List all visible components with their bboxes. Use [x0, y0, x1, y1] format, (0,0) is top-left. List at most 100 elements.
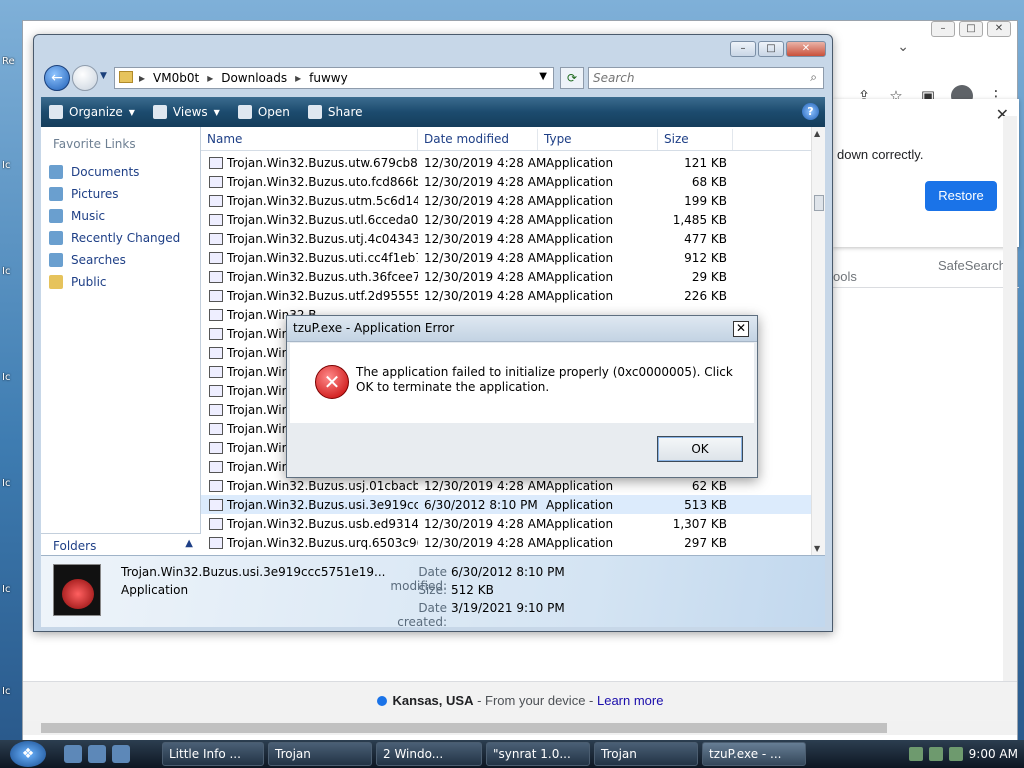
close-icon[interactable]: ✕	[733, 321, 749, 337]
file-type-cell: Application	[546, 193, 614, 208]
maximize-icon[interactable]: □	[758, 41, 784, 57]
close-icon[interactable]: ✕	[987, 21, 1011, 37]
vertical-scrollbar[interactable]: ▲ ▼	[811, 127, 825, 555]
desktop-icon-label[interactable]: Ic	[2, 372, 20, 383]
internet-explorer-icon[interactable]	[112, 745, 130, 763]
table-row[interactable]: Trojan.Win32.Buzus.utl.6cceda02... 12/30/…	[201, 210, 813, 229]
vertical-scrollbar[interactable]	[1003, 116, 1017, 721]
chevron-down-icon[interactable]: ▼	[539, 71, 547, 82]
ok-button[interactable]: OK	[657, 436, 743, 462]
column-header-size[interactable]: Size	[658, 129, 733, 150]
organize-label: Organize	[69, 105, 123, 119]
forward-arrow-icon[interactable]	[72, 65, 98, 91]
table-row[interactable]: Trojan.Win32.Buzus.usb.ed931468... 12/30/…	[201, 514, 813, 533]
table-row[interactable]: Trojan.Win32.Buzus.uti.cc4f1eb79... 12/30…	[201, 248, 813, 267]
column-header-type[interactable]: Type	[538, 129, 658, 150]
taskbar: ❖ Little Info ... Trojan 2 Windo... "syn…	[0, 740, 1024, 768]
table-row[interactable]: Trojan.Win32.Buzus.uto.fcd866ba... 12/30/…	[201, 172, 813, 191]
table-row[interactable]: Trojan.Win32.Buzus.uth.36fcee7d... 12/30/…	[201, 267, 813, 286]
start-button-icon[interactable]: ❖	[10, 741, 46, 767]
table-row[interactable]: Trojan.Win32.Buzus.usj.01cbacbc... 12/30/…	[201, 476, 813, 495]
safesearch-label[interactable]: SafeSearch	[938, 258, 1006, 273]
property-value[interactable]: 6/30/2012 8:10 PM	[451, 565, 565, 583]
table-row[interactable]: Trojan.Win32.Buzus.utf.2d955555... 12/30/…	[201, 286, 813, 305]
breadcrumb-item[interactable]: fuwwy	[309, 71, 348, 85]
taskbar-button[interactable]: Trojan	[268, 742, 372, 766]
volume-icon[interactable]	[948, 747, 963, 761]
table-row[interactable]: Trojan.Win32.Buzus.usi.3e919ccc... 6/30/2…	[201, 495, 813, 514]
search-icon[interactable]: ⌕	[810, 70, 817, 85]
desktop-icon-label[interactable]: Ic	[2, 160, 20, 171]
tools-link[interactable]: ools	[833, 269, 857, 284]
tray-app-icon[interactable]	[928, 747, 943, 761]
restore-notice: ✕ down correctly. Restore	[833, 99, 1019, 247]
maximize-icon[interactable]: □	[959, 21, 983, 37]
desktop-icon-label[interactable]: Ic	[2, 266, 20, 277]
views-button[interactable]: Views ▼	[152, 105, 220, 119]
favorite-link-music[interactable]: Music	[49, 205, 180, 227]
file-name: Trojan.Win32.Buzus.uth.36fcee7d...	[227, 269, 418, 284]
scroll-up-icon[interactable]: ▲	[814, 129, 820, 138]
column-header-date-modified[interactable]: Date modified	[418, 129, 538, 150]
folder-icon	[49, 275, 63, 289]
minimize-icon[interactable]: –	[730, 41, 756, 57]
details-file-type: Application	[121, 583, 189, 597]
share-button[interactable]: Share	[307, 105, 363, 119]
table-row[interactable]: Trojan.Win32.Buzus.utj.4c043431e... 12/30…	[201, 229, 813, 248]
favorite-link-searches[interactable]: Searches	[49, 249, 180, 271]
file-type-cell: Application	[546, 250, 614, 265]
breadcrumb-item[interactable]: VM0b0t	[153, 71, 199, 85]
scrollbar-thumb[interactable]	[814, 195, 824, 211]
back-arrow-icon[interactable]: ←	[44, 65, 70, 91]
switch-windows-icon[interactable]	[88, 745, 106, 763]
organize-button[interactable]: Organize ▼	[49, 105, 135, 119]
favorite-link-pictures[interactable]: Pictures	[49, 183, 180, 205]
table-row[interactable]: Trojan.Win32.Buzus.utm.5c6d142... 12/30/2…	[201, 191, 813, 210]
scroll-down-icon[interactable]: ▼	[814, 544, 820, 553]
favorite-link-documents[interactable]: Documents	[49, 161, 180, 183]
refresh-icon[interactable]: ⟳	[560, 67, 584, 89]
close-icon[interactable]: ✕	[786, 41, 826, 57]
table-row[interactable]: Trojan.Win32.Buzus.utw.679cb8e... 12/30/2…	[201, 153, 813, 172]
taskbar-button[interactable]: Trojan	[594, 742, 698, 766]
favorite-link-recently-changed[interactable]: Recently Changed	[49, 227, 180, 249]
desktop-icon-label[interactable]: Ic	[2, 584, 20, 595]
search-input[interactable]	[593, 69, 793, 87]
taskbar-button[interactable]: "synrat 1.0...	[486, 742, 590, 766]
chevron-right-icon[interactable]: ▸	[207, 71, 213, 85]
chevron-right-icon[interactable]: ▸	[295, 71, 301, 85]
property-value[interactable]: 3/19/2021 9:10 PM	[451, 601, 565, 619]
minimize-icon[interactable]: –	[931, 21, 955, 37]
learn-more-link[interactable]: Learn more	[597, 693, 663, 708]
file-date-cell: 12/30/2019 4:28 AM	[424, 269, 547, 284]
share-icon	[307, 105, 322, 119]
folders-toggle[interactable]: Folders ▲	[41, 533, 201, 557]
file-size-cell: 1,485 KB	[672, 212, 727, 227]
help-icon[interactable]: ?	[802, 103, 819, 120]
clock[interactable]: 9:00 AM	[969, 747, 1018, 761]
link-label: Music	[71, 209, 106, 223]
column-header-name[interactable]: Name	[201, 129, 418, 150]
taskbar-button[interactable]: tzuP.exe - ...	[702, 742, 806, 766]
desktop-icon-label[interactable]: Ic	[2, 686, 20, 697]
show-desktop-icon[interactable]	[64, 745, 82, 763]
desktop-icon-label[interactable]: Ic	[2, 478, 20, 489]
address-bar[interactable]: ▸ VM0b0t ▸ Downloads ▸ fuwwy ▼	[114, 67, 554, 89]
breadcrumb-item[interactable]: Downloads	[221, 71, 287, 85]
network-icon[interactable]	[908, 747, 923, 761]
recent-pages-dropdown-icon[interactable]: ▼	[100, 71, 107, 81]
favorite-link-public[interactable]: Public	[49, 271, 180, 293]
file-date-cell: 12/30/2019 4:28 AM	[424, 516, 547, 531]
open-button[interactable]: Open	[237, 105, 290, 119]
restore-button[interactable]: Restore	[925, 181, 997, 211]
application-icon	[209, 194, 223, 207]
chevron-right-icon[interactable]: ▸	[139, 71, 145, 85]
table-row[interactable]: Trojan.Win32.Buzus.urq.6503c96b... 12/30/…	[201, 533, 813, 552]
taskbar-button[interactable]: Little Info ...	[162, 742, 264, 766]
scrollbar-thumb[interactable]	[41, 723, 887, 733]
horizontal-scrollbar[interactable]	[23, 721, 1017, 735]
desktop-icon-label[interactable]: Re	[2, 56, 20, 67]
file-type-cell: Application	[546, 288, 614, 303]
taskbar-button[interactable]: 2 Windo...	[376, 742, 482, 766]
tab-search-icon[interactable]: ⌄	[897, 39, 909, 55]
